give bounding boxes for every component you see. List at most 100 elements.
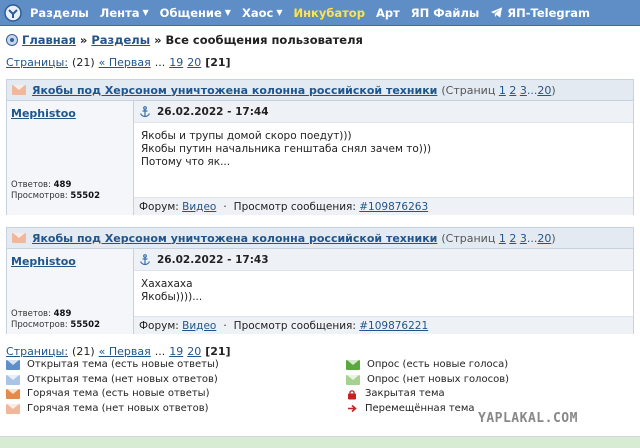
topic-title-link[interactable]: Якобы под Херсоном уничтожена колонна ро… xyxy=(32,84,437,97)
envelope-orange-icon xyxy=(6,389,20,400)
envelope-blue-icon xyxy=(6,360,20,371)
envelope-green-icon xyxy=(346,360,360,371)
nav-item-inkubator[interactable]: Инкубатор xyxy=(293,6,364,20)
post-topic-header: Якобы под Херсоном уничтожена колонна ро… xyxy=(7,80,633,101)
lock-icon xyxy=(346,389,358,400)
topic-page-link[interactable]: 20 xyxy=(537,232,551,245)
pagination-bottom: Страницы: (21) « Первая ... 19 20 [21] xyxy=(6,345,231,358)
envelope-lightblue-icon xyxy=(6,374,20,385)
top-navigation: Разделы Лента ▼ Общение ▼ Хаос ▼ Инкубатор … xyxy=(0,0,640,26)
topic-page-link[interactable]: 2 xyxy=(509,84,516,97)
site-watermark: YAPLAKAL.COM xyxy=(478,411,578,426)
topic-title-link[interactable]: Якобы под Херсоном уничтожена колонна ро… xyxy=(32,232,437,245)
post-author-panel: Mephistoo Ответов: 489 Просмотров: 55502 xyxy=(7,249,134,334)
post-text-line: Хахахаха xyxy=(141,278,193,290)
breadcrumb-current: Все сообщения пользователя xyxy=(165,33,363,47)
legend-item: Опрос (есть новые голоса) xyxy=(346,358,509,373)
legend-item: Открытая тема (нет новых ответов) xyxy=(6,373,219,388)
post-text-line: Якобы и трупы домой скоро поедут))) xyxy=(141,130,352,142)
envelope-peach-icon xyxy=(12,85,26,95)
pagination-first-link[interactable]: « Первая xyxy=(99,345,151,358)
post-content: 26.02.2022 - 17:43 Хахахаха Якобы))))...… xyxy=(134,249,633,334)
post-text-line: Якобы путин начальника генштаба снял зач… xyxy=(141,143,432,155)
post-footer: Форум: Видео · Просмотр сообщения: #1098… xyxy=(134,197,633,215)
nav-item-lenta[interactable]: Лента ▼ xyxy=(100,6,149,20)
message-link[interactable]: #109876263 xyxy=(359,201,428,213)
topic-page-link[interactable]: 20 xyxy=(537,84,551,97)
envelope-peach-icon xyxy=(6,403,20,414)
chevron-down-icon: ▼ xyxy=(276,8,283,17)
yaplakal-logo-icon[interactable] xyxy=(2,2,24,24)
pagination-page-20[interactable]: 20 xyxy=(187,56,201,69)
legend-item: Опрос (нет новых голосов) xyxy=(346,373,509,388)
nav-item-yap-files[interactable]: ЯП Файлы xyxy=(411,6,480,20)
envelope-lightgreen-icon xyxy=(346,374,360,385)
forum-link[interactable]: Видео xyxy=(182,320,216,332)
bottom-bar xyxy=(0,436,640,448)
pagination-label: Страницы: xyxy=(6,56,69,69)
post-topic-header: Якобы под Херсоном уничтожена колонна ро… xyxy=(7,228,633,249)
post-block: Якобы под Херсоном уничтожена колонна ро… xyxy=(6,227,634,334)
pagination-ellipsis: ... xyxy=(154,56,166,69)
pagination-total: (21) xyxy=(72,56,95,69)
pagination-page-19[interactable]: 19 xyxy=(169,56,183,69)
legend-item: Горячая тема (есть новые ответы) xyxy=(6,387,219,402)
topic-pages: (Страниц 1 2 3...20) xyxy=(441,231,556,245)
post-text-line: Потому что як... xyxy=(141,156,231,168)
pagination-current-page: [21] xyxy=(205,345,231,358)
topic-page-link[interactable]: 1 xyxy=(499,84,506,97)
topic-page-link[interactable]: 1 xyxy=(499,232,506,245)
author-stats: Ответов: 489 Просмотров: 55502 xyxy=(11,309,100,330)
legend-right: Опрос (есть новые голоса) Опрос (нет нов… xyxy=(346,358,509,416)
move-arrow-icon xyxy=(346,403,358,414)
post-text: Хахахаха Якобы))))... xyxy=(134,271,633,304)
post-date-row: 26.02.2022 - 17:44 xyxy=(134,101,633,123)
pagination-first-link[interactable]: « Первая xyxy=(99,56,151,69)
nav-item-obshchenie[interactable]: Общение ▼ xyxy=(160,6,231,20)
legend-item: Закрытая тема xyxy=(346,387,509,402)
breadcrumb: Главная » Разделы » Все сообщения пользо… xyxy=(6,32,363,48)
chevron-down-icon: ▼ xyxy=(142,8,149,17)
author-link[interactable]: Mephistoo xyxy=(11,107,76,120)
breadcrumb-home-link[interactable]: Главная xyxy=(22,33,76,47)
message-link[interactable]: #109876221 xyxy=(359,320,428,332)
nav-item-art[interactable]: Арт xyxy=(376,6,400,20)
forum-link[interactable]: Видео xyxy=(182,201,216,213)
post-footer: Форум: Видео · Просмотр сообщения: #1098… xyxy=(134,316,633,334)
breadcrumb-separator: » xyxy=(79,33,88,47)
post-block: Якобы под Херсоном уничтожена колонна ро… xyxy=(6,79,634,215)
post-author-panel: Mephistoo Ответов: 489 Просмотров: 55502 xyxy=(7,101,134,215)
post-text: Якобы и трупы домой скоро поедут))) Якоб… xyxy=(134,123,633,169)
topic-page-link[interactable]: 2 xyxy=(509,232,516,245)
author-link[interactable]: Mephistoo xyxy=(11,255,76,268)
nav-item-yap-telegram[interactable]: ЯП-Telegram xyxy=(490,6,590,20)
nav-item-razdely[interactable]: Разделы xyxy=(30,6,89,20)
pagination-label: Страницы: xyxy=(6,345,69,358)
anchor-icon[interactable] xyxy=(139,105,151,118)
pagination-page-20[interactable]: 20 xyxy=(187,345,201,358)
pagination-total: (21) xyxy=(72,345,95,358)
home-icon xyxy=(6,34,18,46)
legend-left: Открытая тема (есть новые ответы) Открыт… xyxy=(6,358,219,416)
breadcrumb-separator: » xyxy=(154,33,162,47)
topic-page-link[interactable]: 3 xyxy=(520,84,527,97)
breadcrumb-sections-link[interactable]: Разделы xyxy=(91,33,150,47)
pagination-top: Страницы: (21) « Первая ... 19 20 [21] xyxy=(6,56,231,69)
pagination-current-page: [21] xyxy=(205,56,231,69)
post-text-line: Якобы))))... xyxy=(141,291,203,303)
post-content: 26.02.2022 - 17:44 Якобы и трупы домой с… xyxy=(134,101,633,215)
legend-item: Горячая тема (нет новых ответов) xyxy=(6,402,219,417)
legend-item: Открытая тема (есть новые ответы) xyxy=(6,358,219,373)
nav-item-khaos[interactable]: Хаос ▼ xyxy=(242,6,283,20)
chevron-down-icon: ▼ xyxy=(224,8,231,17)
topic-pages: (Страниц 1 2 3...20) xyxy=(441,83,556,97)
anchor-icon[interactable] xyxy=(139,253,151,266)
pagination-page-19[interactable]: 19 xyxy=(169,345,183,358)
post-date: 26.02.2022 - 17:44 xyxy=(157,105,269,118)
topic-page-link[interactable]: 3 xyxy=(520,232,527,245)
telegram-icon xyxy=(491,7,503,18)
pagination-ellipsis: ... xyxy=(154,345,166,358)
post-date-row: 26.02.2022 - 17:43 xyxy=(134,249,633,271)
post-date: 26.02.2022 - 17:43 xyxy=(157,253,269,266)
author-stats: Ответов: 489 Просмотров: 55502 xyxy=(11,180,100,201)
